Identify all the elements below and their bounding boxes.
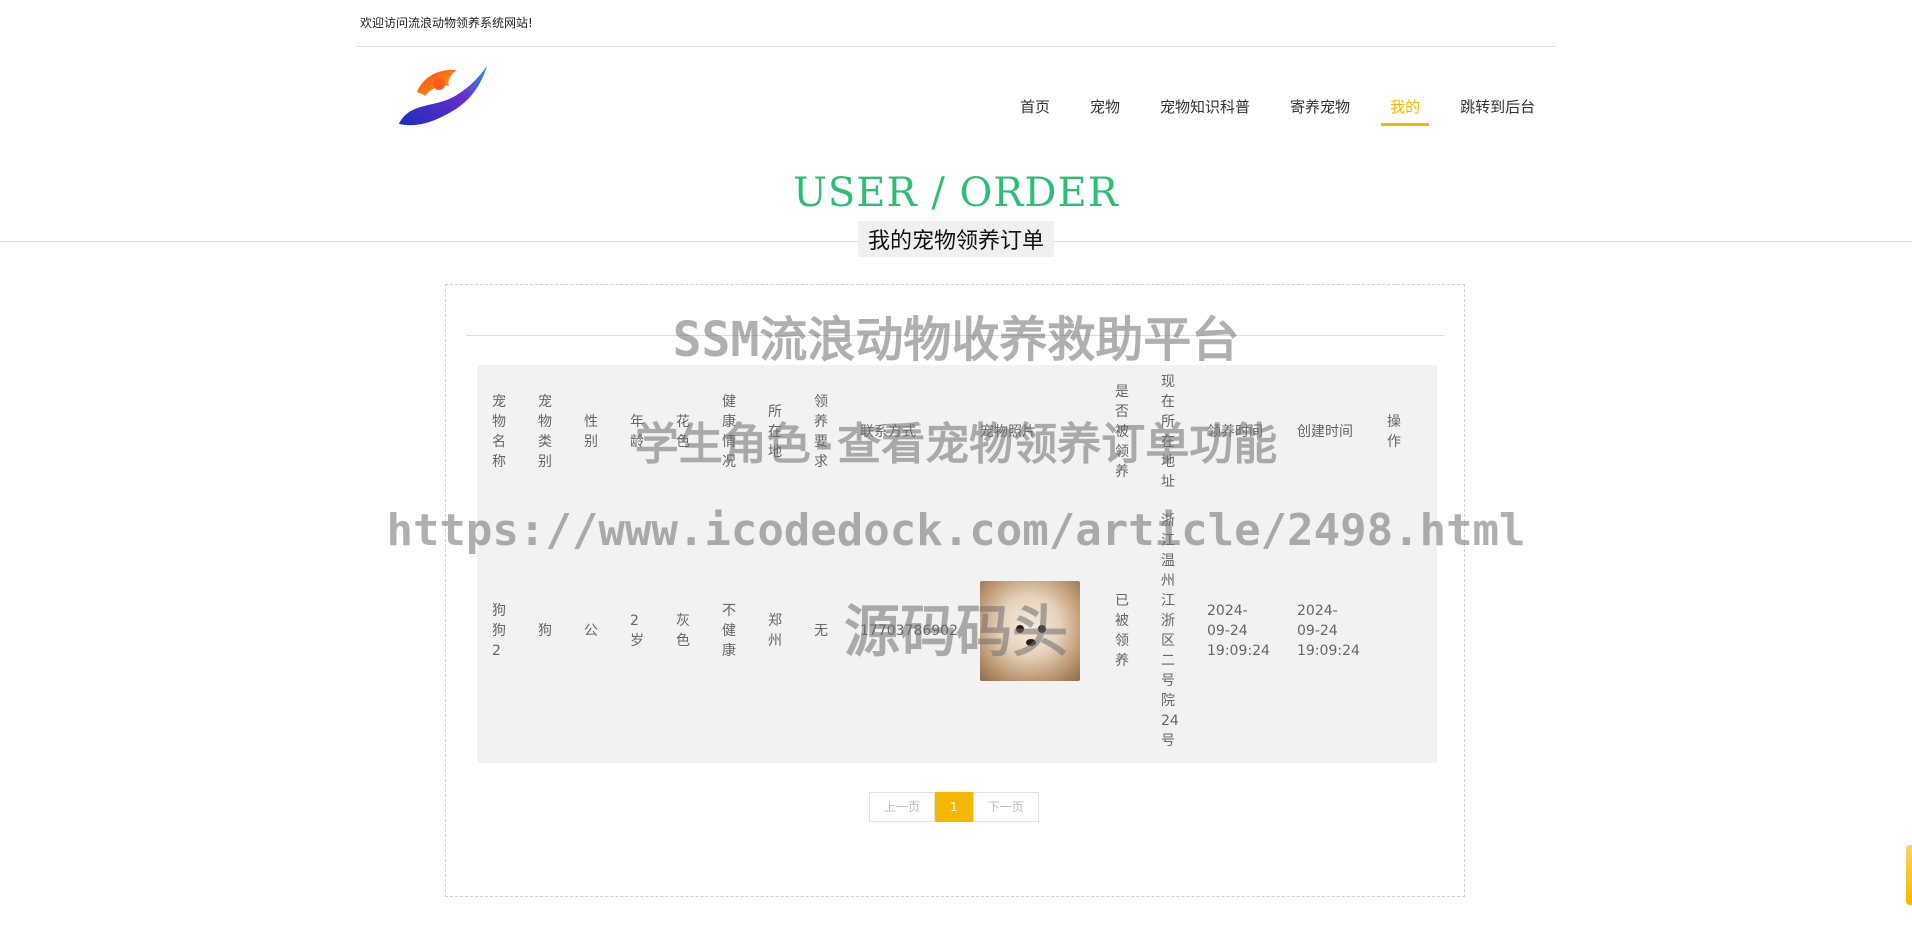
prev-page-button[interactable]: 上一页 bbox=[869, 792, 936, 822]
top-bar: 欢迎访问流浪动物领养系统网站! bbox=[356, 0, 1556, 47]
nav-pets[interactable]: 宠物 bbox=[1081, 92, 1129, 126]
logo-icon bbox=[399, 66, 487, 126]
page-title-cn: 我的宠物领养订单 bbox=[857, 221, 1054, 257]
side-float-tab[interactable] bbox=[1906, 845, 1912, 905]
main-nav: 首页 宠物 宠物知识科普 寄养宠物 我的 跳转到后台 bbox=[1000, 92, 1555, 126]
nav-foster-pets[interactable]: 寄养宠物 bbox=[1281, 92, 1359, 126]
watermark-subtitle: 学生角色-查看宠物领养订单功能 bbox=[634, 419, 1278, 470]
page-title-en: USER / ORDER bbox=[793, 170, 1119, 216]
watermark-title: SSM流浪动物收养救助平台 bbox=[672, 312, 1240, 368]
site-logo[interactable] bbox=[395, 62, 490, 136]
watermark-url: https://www.icodedock.com/article/2498.h… bbox=[386, 505, 1526, 556]
nav-admin[interactable]: 跳转到后台 bbox=[1451, 92, 1544, 126]
watermark-brand: 源码码头 bbox=[844, 600, 1068, 665]
current-page[interactable]: 1 bbox=[935, 792, 973, 822]
nav-mine[interactable]: 我的 bbox=[1381, 92, 1430, 126]
nav-home[interactable]: 首页 bbox=[1011, 92, 1059, 126]
next-page-button[interactable]: 下一页 bbox=[972, 792, 1039, 822]
pagination: 上一页 1 下一页 bbox=[869, 792, 1039, 822]
welcome-text: 欢迎访问流浪动物领养系统网站! bbox=[360, 16, 533, 30]
nav-pet-knowledge[interactable]: 宠物知识科普 bbox=[1151, 92, 1259, 126]
